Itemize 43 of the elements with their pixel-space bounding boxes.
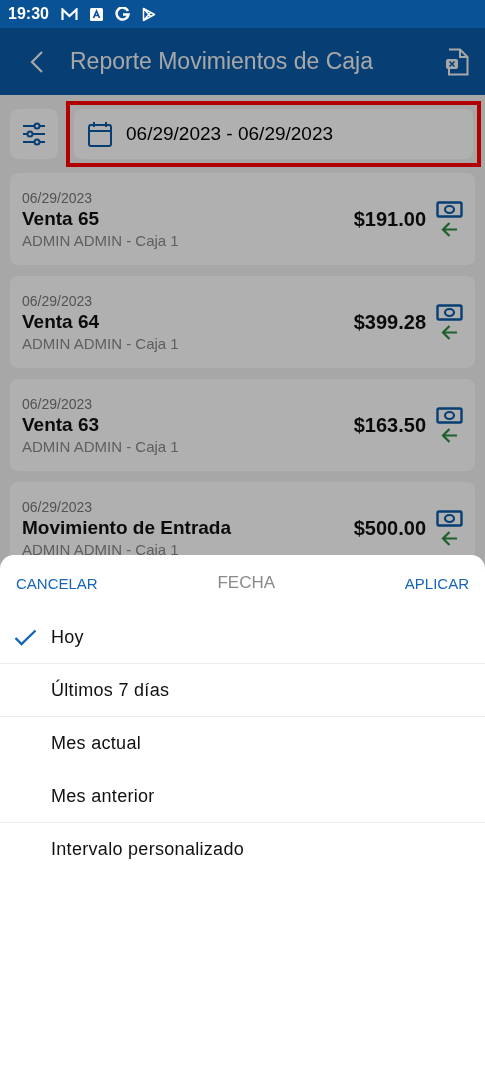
movement-amount: $163.50 — [353, 413, 426, 437]
sheet-title: FECHA — [217, 573, 276, 593]
status-time: 19:30 — [8, 5, 49, 23]
page-title: Reporte Movimientos de Caja — [70, 48, 374, 75]
movement-date: 06/29/2023 — [22, 189, 94, 206]
date-option[interactable]: Mes actual — [0, 717, 485, 770]
left-arrow-icon — [441, 325, 458, 340]
play-store-icon — [141, 6, 156, 22]
google-icon — [114, 6, 130, 22]
movement-subtitle: ADMIN ADMIN - Caja 1 — [22, 231, 180, 249]
filter-button[interactable] — [10, 109, 58, 159]
mail-icon — [60, 7, 78, 21]
sliders-icon — [22, 122, 46, 146]
movement-amount: $500.00 — [353, 516, 426, 540]
date-range-field[interactable]: 06/29/2023 - 06/29/2023 — [74, 109, 473, 159]
movement-title: Movimiento de Entrada — [22, 516, 233, 539]
movement-title: Venta 64 — [22, 310, 101, 333]
date-option[interactable]: Últimos 7 días — [0, 664, 485, 717]
calendar-icon — [88, 121, 112, 147]
cash-icon — [436, 201, 463, 218]
movement-subtitle: ADMIN ADMIN - Caja 1 — [22, 334, 180, 352]
left-arrow-icon — [441, 531, 458, 546]
movement-date: 06/29/2023 — [22, 292, 94, 309]
back-icon[interactable] — [30, 49, 44, 74]
movement-amount: $191.00 — [353, 207, 426, 231]
left-arrow-icon — [441, 222, 458, 237]
movement-date: 06/29/2023 — [22, 498, 94, 515]
left-arrow-icon — [441, 428, 458, 443]
cash-icon — [436, 510, 463, 527]
cancel-button[interactable]: CANCELAR — [16, 574, 98, 592]
date-option[interactable]: Mes anterior — [0, 770, 485, 823]
date-option[interactable]: Intervalo personalizado — [0, 823, 485, 876]
movement-amount: $399.28 — [353, 310, 426, 334]
movement-date: 06/29/2023 — [22, 395, 94, 412]
date-option[interactable]: Hoy — [0, 611, 485, 664]
cash-icon — [436, 304, 463, 321]
apply-button[interactable]: APLICAR — [404, 574, 469, 592]
movement-title: Venta 63 — [22, 413, 101, 436]
movement-title: Venta 65 — [22, 207, 101, 230]
cash-icon — [436, 407, 463, 424]
app-icon — [89, 7, 103, 21]
movement-subtitle: ADMIN ADMIN - Caja 1 — [22, 437, 180, 455]
excel-file-icon[interactable] — [445, 47, 469, 76]
